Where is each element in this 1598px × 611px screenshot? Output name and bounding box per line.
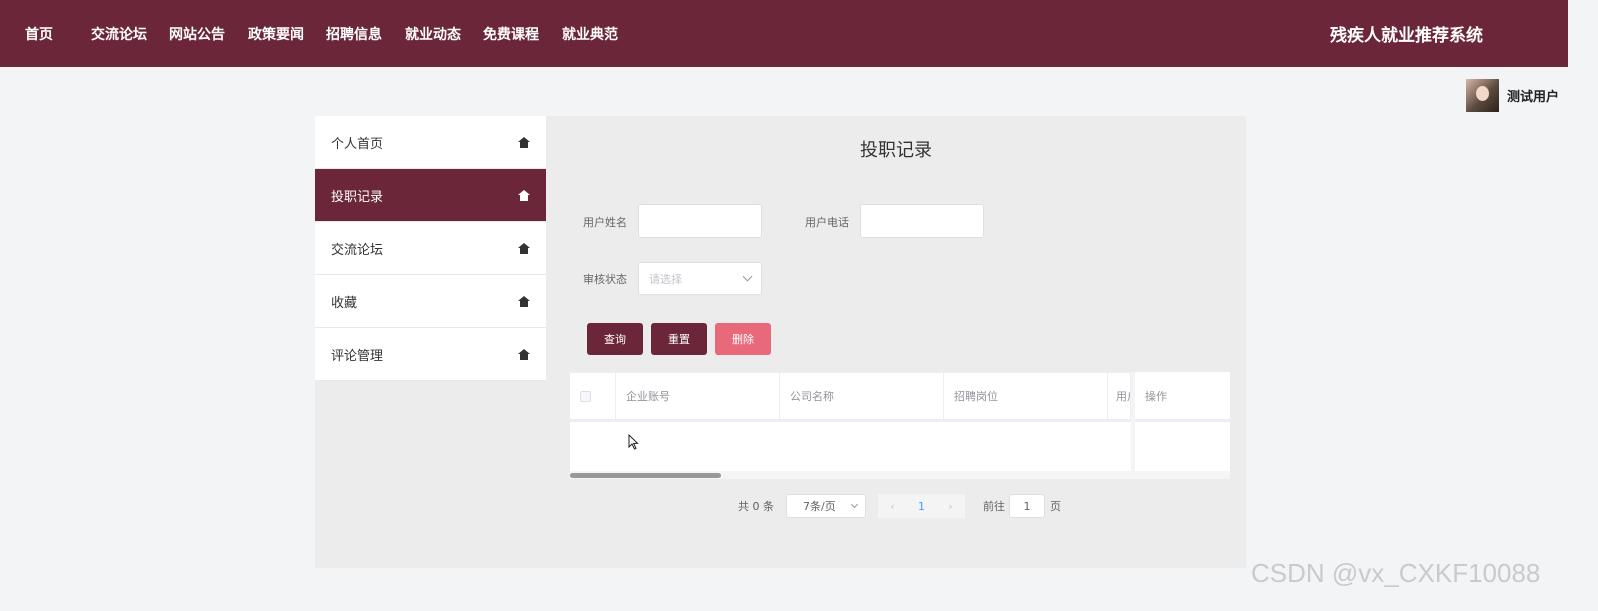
nav-item-announcements[interactable]: 网站公告 <box>169 0 225 67</box>
user-phone-input[interactable] <box>860 204 984 238</box>
user-menu[interactable]: 测试用户 <box>1466 79 1559 112</box>
status-select-placeholder: 请选择 <box>649 272 682 286</box>
reset-button[interactable]: 重置 <box>651 323 707 355</box>
site-title: 残疾人就业推荐系统 <box>1330 26 1483 46</box>
column-header: 招聘岗位 <box>944 373 1108 419</box>
home-icon <box>518 348 530 360</box>
user-name-input[interactable] <box>638 204 762 238</box>
sidebar-item-label: 投职记录 <box>331 189 384 205</box>
nav-item-recruitment[interactable]: 招聘信息 <box>326 0 382 67</box>
home-icon <box>518 295 530 307</box>
home-icon <box>518 189 530 201</box>
nav-item-free-courses[interactable]: 免费课程 <box>483 0 539 67</box>
status-label: 审核状态 <box>583 273 627 286</box>
delete-button[interactable]: 删除 <box>715 323 771 355</box>
pagination: 共 0 条 7条/页 ‹ 1 › 前往 页 <box>738 494 1061 518</box>
window-edge <box>1568 0 1598 611</box>
home-icon <box>518 242 530 254</box>
sidebar-item-label: 个人首页 <box>331 136 384 152</box>
nav-item-employment-news[interactable]: 就业动态 <box>405 0 461 67</box>
operations-column: 操作 <box>1131 372 1230 479</box>
sidebar-item-label: 交流论坛 <box>331 242 384 258</box>
nav-item-forum[interactable]: 交流论坛 <box>91 0 147 67</box>
page-title: 投职记录 <box>860 140 932 161</box>
column-header: 企业账号 <box>616 373 780 419</box>
nav-item-policy-news[interactable]: 政策要闻 <box>248 0 304 67</box>
next-page-button[interactable]: › <box>936 494 965 518</box>
nav-item-employment-models[interactable]: 就业典范 <box>562 0 618 67</box>
page-size-select[interactable]: 7条/页 <box>786 494 866 518</box>
column-header: 用户 <box>1108 373 1131 419</box>
chevron-down-icon <box>742 271 753 282</box>
sidebar-item-forum[interactable]: 交流论坛 <box>315 222 546 275</box>
horizontal-scrollbar-thumb[interactable] <box>570 473 721 478</box>
home-icon <box>518 136 530 148</box>
sidebar-item-label: 收藏 <box>331 295 358 311</box>
query-button[interactable]: 查询 <box>587 323 643 355</box>
page-size-value: 7条/页 <box>803 500 836 513</box>
mouse-cursor-icon <box>628 434 639 450</box>
page-unit-label: 页 <box>1050 500 1061 513</box>
sidebar-item-comment-management[interactable]: 评论管理 <box>315 328 546 381</box>
chevron-left-icon: ‹ <box>890 499 895 513</box>
chevron-down-icon <box>850 500 859 509</box>
column-header: 操作 <box>1135 372 1230 422</box>
user-phone-label: 用户电话 <box>805 216 849 229</box>
sidebar-item-favorites[interactable]: 收藏 <box>315 275 546 328</box>
sidebar-item-profile-home[interactable]: 个人首页 <box>315 116 546 169</box>
jump-label: 前往 <box>983 500 1005 513</box>
jump-page-input[interactable] <box>1009 494 1045 518</box>
top-navigation-bar: 首页 交流论坛 网站公告 政策要闻 招聘信息 就业动态 免费课程 就业典范 残疾… <box>0 0 1568 67</box>
prev-page-button[interactable]: ‹ <box>878 494 907 518</box>
column-header: 公司名称 <box>780 373 944 419</box>
avatar[interactable] <box>1466 79 1499 112</box>
user-name-label: 用户姓名 <box>583 216 627 229</box>
watermark: CSDN @vx_CXKF10088 <box>1251 558 1541 588</box>
records-table: 企业账号 公司名称 招聘岗位 用户 操作 <box>570 372 1230 479</box>
select-all-cell <box>570 373 616 419</box>
nav-item-home[interactable]: 首页 <box>25 0 53 67</box>
sidebar-item-label: 评论管理 <box>331 348 384 364</box>
status-select[interactable]: 请选择 <box>638 262 762 295</box>
page-number-button[interactable]: 1 <box>907 494 936 518</box>
select-all-checkbox[interactable] <box>580 391 591 402</box>
chevron-right-icon: › <box>948 499 953 513</box>
main-panel: 投职记录 用户姓名 用户电话 审核状态 请选择 查询 重置 删除 企业账号 公司… <box>546 116 1246 568</box>
sidebar-item-application-records[interactable]: 投职记录 <box>315 169 546 222</box>
total-count: 共 0 条 <box>738 500 774 513</box>
sidebar: 个人首页 投职记录 交流论坛 收藏 评论管理 <box>315 116 546 568</box>
username[interactable]: 测试用户 <box>1507 86 1559 105</box>
